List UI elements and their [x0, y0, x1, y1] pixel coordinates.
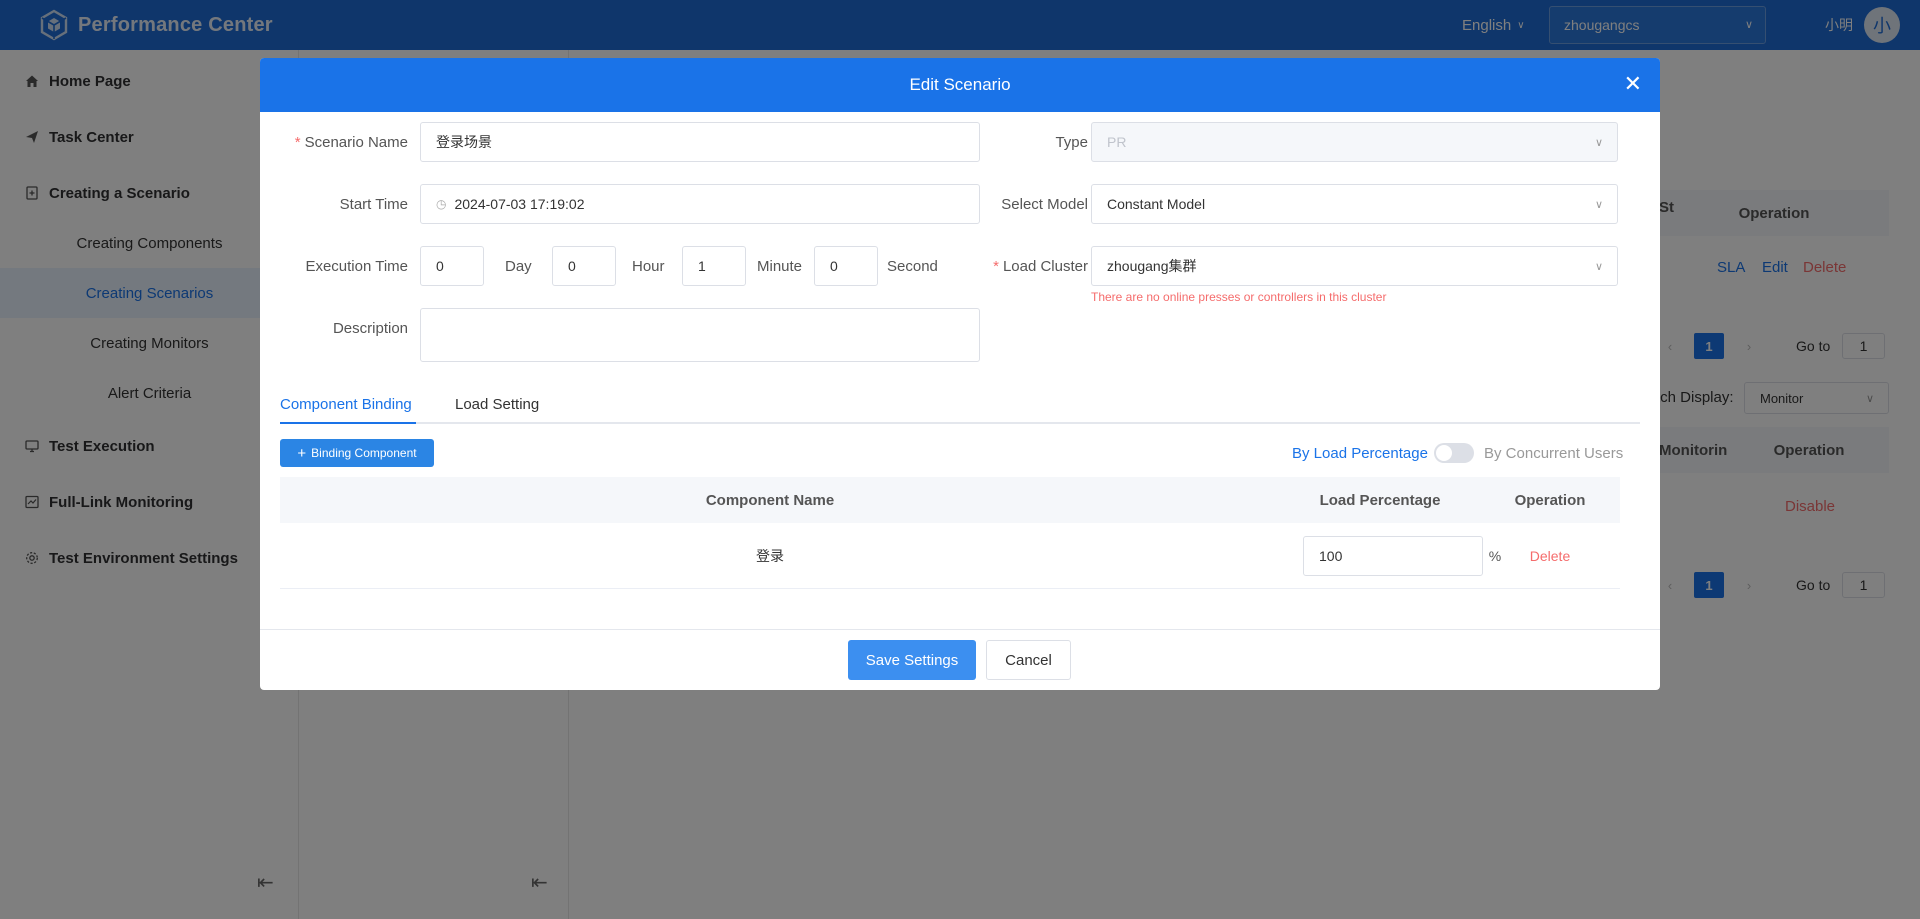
start-time-label: Start Time — [339, 195, 408, 213]
description-textarea[interactable] — [420, 308, 980, 362]
tab-load-setting[interactable]: Load Setting — [455, 384, 539, 424]
switch-knob — [1436, 445, 1452, 461]
type-label: Type — [1055, 133, 1088, 151]
cancel-button[interactable]: Cancel — [986, 640, 1071, 680]
scenario-name-input[interactable]: 登录场景 — [420, 122, 980, 162]
close-icon[interactable]: ✕ — [1624, 72, 1642, 96]
tab-component-binding[interactable]: Component Binding — [280, 384, 412, 424]
chevron-down-icon: ∨ — [1594, 199, 1603, 211]
scenario-name-label-text: Scenario Name — [304, 133, 408, 151]
start-time-picker[interactable]: ◷ 2024-07-03 17:19:02 — [420, 184, 980, 224]
minute-unit: Minute — [757, 257, 803, 275]
type-value: PR — [1107, 134, 1127, 150]
load-cluster-select[interactable]: zhougang集群 ∨ — [1091, 246, 1618, 286]
required-mark: * — [993, 257, 999, 275]
footer-divider — [260, 629, 1660, 630]
exec-minute-input[interactable]: 1 — [682, 246, 746, 286]
dialog-header: Edit Scenario ✕ — [260, 58, 1660, 112]
execution-time-label: Execution Time — [305, 257, 408, 275]
plus-icon: + — [297, 444, 307, 462]
by-load-percentage-label[interactable]: By Load Percentage — [1292, 439, 1428, 467]
day-unit: Day — [505, 257, 532, 275]
load-mode-switch[interactable] — [1434, 443, 1474, 463]
select-model-select[interactable]: Constant Model ∨ — [1091, 184, 1618, 224]
dialog-title: Edit Scenario — [909, 75, 1011, 94]
exec-hour-input[interactable]: 0 — [552, 246, 616, 286]
load-cluster-label-text: Load Cluster — [1002, 257, 1088, 275]
binding-component-button[interactable]: + Binding Component — [280, 439, 434, 467]
header-operation: Operation — [1514, 491, 1586, 509]
header-component-name: Component Name — [705, 491, 835, 509]
chevron-down-icon: ∨ — [1594, 261, 1603, 273]
load-cluster-label: * Load Cluster — [960, 246, 1088, 286]
component-name-cell: 登录 — [756, 548, 784, 564]
save-settings-button[interactable]: Save Settings — [848, 640, 976, 680]
scenario-tabs: Component Binding Load Setting — [280, 384, 1640, 424]
scenario-name-label: * Scenario Name — [260, 122, 408, 162]
delete-row-link[interactable]: Delete — [1495, 523, 1605, 589]
load-cluster-value: zhougang集群 — [1107, 258, 1197, 274]
header-load-percentage: Load Percentage — [1319, 491, 1441, 509]
hour-unit: Hour — [632, 257, 665, 275]
required-mark: * — [294, 133, 301, 151]
active-tab-indicator — [280, 422, 416, 424]
second-unit: Second — [887, 257, 938, 275]
load-cluster-error: There are no online presses or controlle… — [1091, 290, 1387, 304]
select-model-label: Select Model — [1001, 195, 1088, 213]
component-table-header: Component Name Load Percentage Operation — [280, 477, 1620, 523]
start-time-value: 2024-07-03 17:19:02 — [454, 196, 585, 212]
type-select[interactable]: PR ∨ — [1091, 122, 1618, 162]
chevron-down-icon: ∨ — [1594, 137, 1603, 149]
load-percentage-input[interactable]: 100 — [1303, 536, 1483, 576]
table-row: 登录 100 % Delete — [280, 523, 1620, 589]
select-model-value: Constant Model — [1107, 196, 1206, 212]
clock-icon: ◷ — [436, 197, 447, 211]
binding-component-label: Binding Component — [311, 446, 417, 460]
by-concurrent-users-label[interactable]: By Concurrent Users — [1484, 439, 1623, 467]
edit-scenario-dialog: Edit Scenario ✕ * Scenario Name 登录场景 Typ… — [260, 58, 1660, 690]
exec-second-input[interactable]: 0 — [814, 246, 878, 286]
exec-day-input[interactable]: 0 — [420, 246, 484, 286]
description-label: Description — [332, 319, 408, 337]
